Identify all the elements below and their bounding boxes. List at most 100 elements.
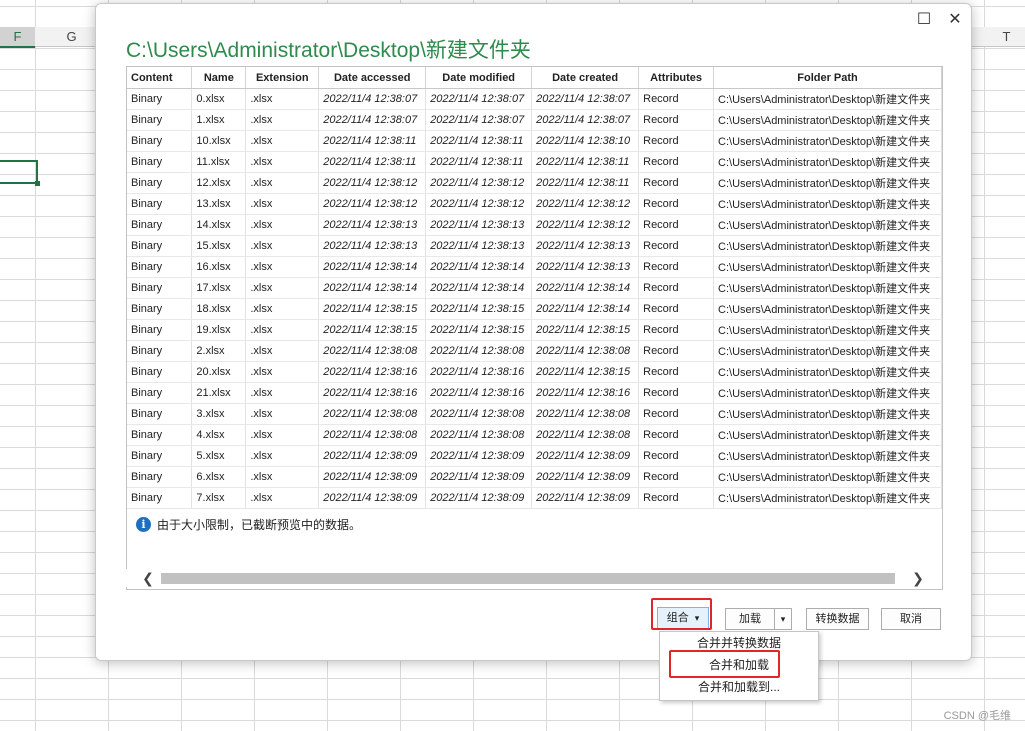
table-cell: 2022/11/4 12:38:09	[531, 466, 640, 488]
table-cell: Binary	[127, 487, 193, 509]
table-cell: 2022/11/4 12:38:12	[425, 172, 533, 194]
table-row[interactable]: Binary 16.xlsx .xlsx 2022/11/4 12:38:14 2022…	[127, 256, 942, 278]
table-cell: 6.xlsx	[191, 466, 247, 488]
table-cell: 2022/11/4 12:38:14	[425, 256, 533, 278]
column-header[interactable]: Extension	[245, 67, 320, 89]
table-cell: 10.xlsx	[191, 130, 247, 152]
column-header[interactable]: Folder Path	[713, 67, 942, 89]
table-cell: 2022/11/4 12:38:08	[531, 403, 640, 425]
table-row[interactable]: Binary 15.xlsx .xlsx 2022/11/4 12:38:13 2022…	[127, 235, 942, 257]
table-row[interactable]: Binary 12.xlsx .xlsx 2022/11/4 12:38:12 2022…	[127, 172, 942, 194]
table-cell: 2022/11/4 12:38:07	[531, 88, 640, 110]
combine-highlight-box	[651, 598, 712, 630]
table-cell: .xlsx	[245, 361, 320, 383]
scroll-right-icon[interactable]: ❯	[908, 569, 928, 587]
table-cell: C:\Users\Administrator\Desktop\新建文件夹	[713, 193, 942, 215]
table-row[interactable]: Binary 0.xlsx .xlsx 2022/11/4 12:38:07 2022/…	[127, 88, 942, 110]
table-cell: 2022/11/4 12:38:08	[531, 424, 640, 446]
table-row[interactable]: Binary 14.xlsx .xlsx 2022/11/4 12:38:13 2022…	[127, 214, 942, 236]
table-row[interactable]: Binary 17.xlsx .xlsx 2022/11/4 12:38:14 2022…	[127, 277, 942, 299]
scroll-left-icon[interactable]: ❮	[138, 569, 158, 587]
table-cell: 2022/11/4 12:38:13	[425, 214, 533, 236]
table-row[interactable]: Binary 5.xlsx .xlsx 2022/11/4 12:38:09 2022/…	[127, 445, 942, 467]
menu-item-combine-load-to[interactable]: 合并和加载到...	[660, 677, 818, 697]
horizontal-scrollbar[interactable]: ❮ ❯	[126, 569, 941, 587]
close-button[interactable]: ✕	[944, 9, 966, 31]
column-header[interactable]: Date created	[531, 67, 640, 89]
table-row[interactable]: Binary 20.xlsx .xlsx 2022/11/4 12:38:16 2022…	[127, 361, 942, 383]
table-cell: 2022/11/4 12:38:15	[425, 319, 533, 341]
column-header-f[interactable]: F	[0, 27, 35, 48]
table-cell: Binary	[127, 193, 193, 215]
table-cell: Record	[638, 172, 715, 194]
table-cell: Binary	[127, 466, 193, 488]
table-row[interactable]: Binary 1.xlsx .xlsx 2022/11/4 12:38:07 2022/…	[127, 109, 942, 131]
table-cell: Record	[638, 277, 715, 299]
table-cell: .xlsx	[245, 466, 320, 488]
table-row[interactable]: Binary 18.xlsx .xlsx 2022/11/4 12:38:15 2022…	[127, 298, 942, 320]
load-dropdown-chevron-icon[interactable]: ▾	[774, 608, 792, 630]
table-cell: 2022/11/4 12:38:08	[318, 424, 427, 446]
table-row[interactable]: Binary 21.xlsx .xlsx 2022/11/4 12:38:16 2022…	[127, 382, 942, 404]
table-cell: Binary	[127, 256, 193, 278]
transform-data-button[interactable]: 转换数据	[806, 608, 869, 630]
table-cell: 2022/11/4 12:38:15	[318, 298, 427, 320]
table-cell: Record	[638, 487, 715, 509]
table-row[interactable]: Binary 7.xlsx .xlsx 2022/11/4 12:38:09 2022/…	[127, 487, 942, 509]
table-cell: 2022/11/4 12:38:11	[531, 151, 640, 173]
table-cell: .xlsx	[245, 340, 320, 362]
table-cell: Binary	[127, 214, 193, 236]
table-cell: Record	[638, 340, 715, 362]
table-cell: Binary	[127, 424, 193, 446]
table-row[interactable]: Binary 10.xlsx .xlsx 2022/11/4 12:38:11 2022…	[127, 130, 942, 152]
table-row[interactable]: Binary 6.xlsx .xlsx 2022/11/4 12:38:09 2022/…	[127, 466, 942, 488]
table-cell: Binary	[127, 445, 193, 467]
column-header[interactable]: Content	[127, 67, 193, 89]
scrollbar-thumb[interactable]	[161, 573, 895, 584]
watermark: CSDN @毛维	[943, 710, 1011, 722]
load-button[interactable]: 加载	[725, 608, 775, 630]
table-cell: .xlsx	[245, 487, 320, 509]
selected-cell[interactable]	[0, 160, 40, 186]
table-cell: 2022/11/4 12:38:07	[425, 109, 533, 131]
table-cell: Record	[638, 382, 715, 404]
cancel-button[interactable]: 取消	[881, 608, 941, 630]
table-row[interactable]: Binary 13.xlsx .xlsx 2022/11/4 12:38:12 2022…	[127, 193, 942, 215]
table-cell: 2022/11/4 12:38:11	[425, 130, 533, 152]
table-cell: C:\Users\Administrator\Desktop\新建文件夹	[713, 382, 942, 404]
table-cell: 2022/11/4 12:38:12	[318, 193, 427, 215]
table-cell: .xlsx	[245, 256, 320, 278]
truncation-notice: i 由于大小限制，已截断预览中的数据。	[136, 516, 361, 533]
table-cell: 2022/11/4 12:38:14	[318, 256, 427, 278]
column-header[interactable]: Attributes	[638, 67, 715, 89]
table-cell: Record	[638, 424, 715, 446]
table-row[interactable]: Binary 2.xlsx .xlsx 2022/11/4 12:38:08 2022/…	[127, 340, 942, 362]
table-cell: 16.xlsx	[191, 256, 247, 278]
table-cell: 2022/11/4 12:38:12	[531, 214, 640, 236]
table-cell: 2022/11/4 12:38:09	[531, 445, 640, 467]
maximize-button[interactable]: ☐	[913, 9, 935, 31]
table-cell: 2022/11/4 12:38:12	[425, 193, 533, 215]
table-cell: Record	[638, 214, 715, 236]
table-cell: 2022/11/4 12:38:08	[318, 340, 427, 362]
table-cell: 21.xlsx	[191, 382, 247, 404]
table-row[interactable]: Binary 11.xlsx .xlsx 2022/11/4 12:38:11 2022…	[127, 151, 942, 173]
table-header-row: Content Name Extension Date accessed Date mo…	[127, 67, 942, 89]
table-cell: 2022/11/4 12:38:11	[318, 151, 427, 173]
table-cell: 3.xlsx	[191, 403, 247, 425]
table-row[interactable]: Binary 4.xlsx .xlsx 2022/11/4 12:38:08 2022/…	[127, 424, 942, 446]
table-row[interactable]: Binary 19.xlsx .xlsx 2022/11/4 12:38:15 2022…	[127, 319, 942, 341]
table-row[interactable]: Binary 3.xlsx .xlsx 2022/11/4 12:38:08 2022/…	[127, 403, 942, 425]
table-cell: Binary	[127, 88, 193, 110]
table-cell: Record	[638, 256, 715, 278]
column-header-t[interactable]: T	[970, 27, 1025, 46]
table-cell: 2022/11/4 12:38:09	[425, 466, 533, 488]
column-header[interactable]: Name	[191, 67, 247, 89]
table-cell: 18.xlsx	[191, 298, 247, 320]
column-header[interactable]: Date modified	[425, 67, 533, 89]
table-cell: .xlsx	[245, 214, 320, 236]
table-cell: 0.xlsx	[191, 88, 247, 110]
column-header[interactable]: Date accessed	[318, 67, 427, 89]
table-cell: Record	[638, 235, 715, 257]
table-cell: 2022/11/4 12:38:13	[318, 235, 427, 257]
